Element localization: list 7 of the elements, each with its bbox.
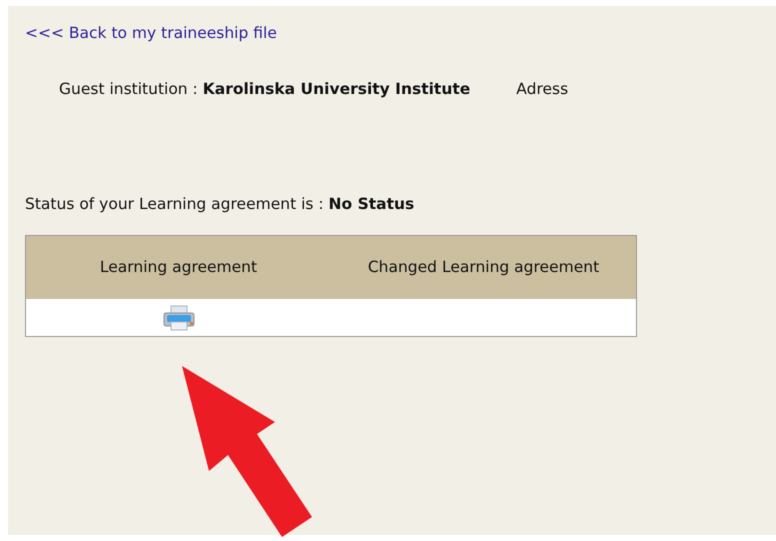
status-text: Status of your Learning agreement is : No Status <box>25 194 416 214</box>
back-link[interactable]: <<< Back to my traineeship file <box>25 24 277 42</box>
column-header: Changed Learning agreement <box>331 235 636 300</box>
printer-icon[interactable] <box>162 304 194 330</box>
guest-institution-text: Guest institution : Karolinska University Institute <box>59 79 470 100</box>
address-label: Adress <box>516 79 568 100</box>
column-header: Learning agreement <box>26 235 331 300</box>
